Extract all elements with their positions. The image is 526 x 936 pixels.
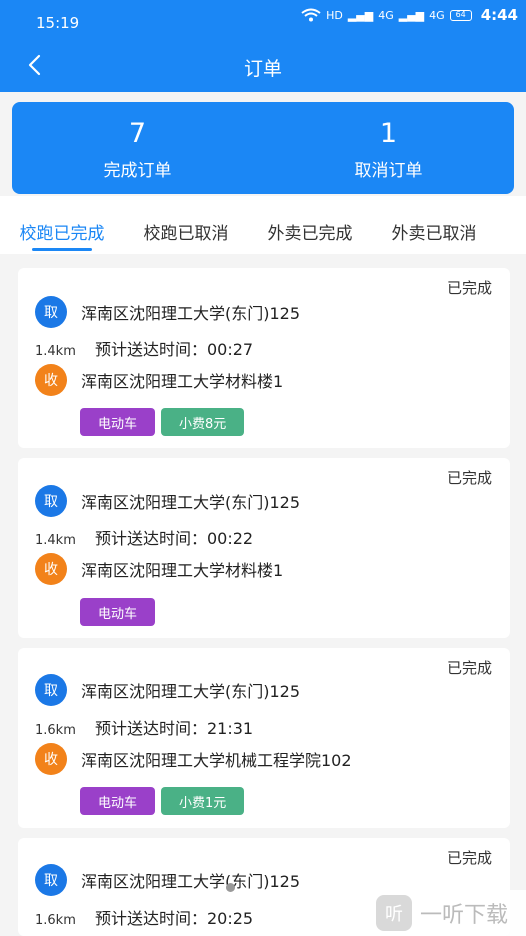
order-summary: 7 完成订单 1 取消订单 [12,102,514,194]
delivery-info: 1.6km 预计送达时间：20:25 [35,905,253,929]
status-icons: HD ▂▄▆ 4G ▂▄▆ 4G 64 4:44 [301,6,518,24]
pickup-badge: 取 [35,485,67,517]
distance: 1.6km [35,723,76,738]
status-clock: 4:44 [480,6,518,24]
order-status: 已完成 [446,849,492,867]
order-tags: 电动车 小费1元 [80,787,245,815]
vehicle-tag: 电动车 [80,787,156,815]
eta-text: 预计送达时间：21:31 [95,719,254,738]
pickup-badge: 取 [35,674,67,706]
delivery-info: 1.4km 预计送达时间：00:22 [35,525,253,549]
order-card[interactable]: 已完成 取 浑南区沈阳理工大学(东门)125 1.4km 预计送达时间：00:2… [18,458,510,638]
order-status: 已完成 [446,279,492,297]
completed-count: 7 [128,118,147,149]
dropoff-row: 收 浑南区沈阳理工大学材料楼1 [18,553,283,585]
tab-takeout-completed[interactable]: 外卖已完成 [248,196,372,254]
eta-text: 预计送达时间：00:22 [95,529,254,548]
order-card[interactable]: 已完成 取 浑南区沈阳理工大学(东门)125 1.4km 预计送达时间：00:2… [18,268,510,448]
pickup-address: 浑南区沈阳理工大学(东门)125 [81,304,301,323]
distance: 1.6km [35,913,76,928]
delivery-info: 1.4km 预计送达时间：00:27 [35,336,253,360]
dropoff-badge: 收 [35,743,67,775]
cancelled-count: 1 [379,118,398,149]
completed-label: 完成订单 [103,161,172,181]
tip-tag: 小费8元 [161,408,245,436]
status-time: 15:19 [36,14,80,32]
pickup-row: 取 浑南区沈阳理工大学(东门)125 [18,485,300,517]
pickup-badge: 取 [35,864,67,896]
network-label: HD [326,8,343,22]
distance: 1.4km [35,344,76,359]
watermark: 听 一听下载 [366,890,526,936]
tab-takeout-cancelled[interactable]: 外卖已取消 [372,196,496,254]
dropoff-address: 浑南区沈阳理工大学材料楼1 [81,372,284,391]
eta-text: 预计送达时间：20:25 [95,909,254,928]
pickup-row: 取 浑南区沈阳理工大学(东门)125 [18,674,300,706]
dropoff-badge: 收 [35,364,67,396]
dropoff-row: 收 浑南区沈阳理工大学材料楼1 [18,364,283,396]
pickup-address: 浑南区沈阳理工大学(东门)125 [81,493,301,512]
cancelled-label: 取消订单 [354,161,423,181]
signal-label-2: 4G [429,8,445,22]
dropoff-row: 收 浑南区沈阳理工大学机械工程学院102 [18,743,352,775]
app-header: 15:19 HD ▂▄▆ 4G ▂▄▆ 4G 64 4:44 订单 [0,0,526,92]
distance: 1.4km [35,533,76,548]
dropoff-address: 浑南区沈阳理工大学材料楼1 [81,561,284,580]
tab-campus-completed[interactable]: 校跑已完成 [0,196,124,254]
tip-tag: 小费1元 [161,787,245,815]
pickup-row: 取 浑南区沈阳理工大学(东门)125 [18,864,300,896]
order-status: 已完成 [446,659,492,677]
watermark-logo-icon: 听 [376,895,412,931]
order-status: 已完成 [446,469,492,487]
cancelled-orders-stat[interactable]: 1 取消订单 [263,102,514,194]
signal-icon: ▂▄▆ [347,8,374,22]
eta-text: 预计送达时间：00:27 [95,340,254,359]
order-tags: 电动车 小费8元 [80,408,245,436]
wifi-icon [301,8,321,22]
pickup-badge: 取 [35,296,67,328]
dropoff-address: 浑南区沈阳理工大学机械工程学院102 [81,751,352,770]
battery-icon: 64 [449,9,472,21]
dropoff-badge: 收 [35,553,67,585]
page-title: 订单 [243,58,282,80]
signal-label-1: 4G [378,8,394,22]
order-tabs: 校跑已完成 校跑已取消 外卖已完成 外卖已取消 [0,196,526,254]
order-tags: 电动车 [80,598,156,626]
vehicle-tag: 电动车 [80,408,156,436]
pickup-address: 浑南区沈阳理工大学(东门)125 [81,682,301,701]
signal-icon-2: ▂▄▆ [398,8,425,22]
pickup-address: 浑南区沈阳理工大学(东门)125 [81,872,301,891]
delivery-info: 1.6km 预计送达时间：21:31 [35,715,253,739]
watermark-text: 一听下载 [420,903,509,928]
order-card[interactable]: 已完成 取 浑南区沈阳理工大学(东门)125 1.6km 预计送达时间：21:3… [18,648,510,828]
completed-orders-stat[interactable]: 7 完成订单 [12,102,263,194]
pickup-row: 取 浑南区沈阳理工大学(东门)125 [18,296,300,328]
vehicle-tag: 电动车 [80,598,156,626]
touch-indicator [226,883,235,892]
tab-campus-cancelled[interactable]: 校跑已取消 [124,196,248,254]
status-bar: 15:19 HD ▂▄▆ 4G ▂▄▆ 4G 64 4:44 [0,0,526,40]
